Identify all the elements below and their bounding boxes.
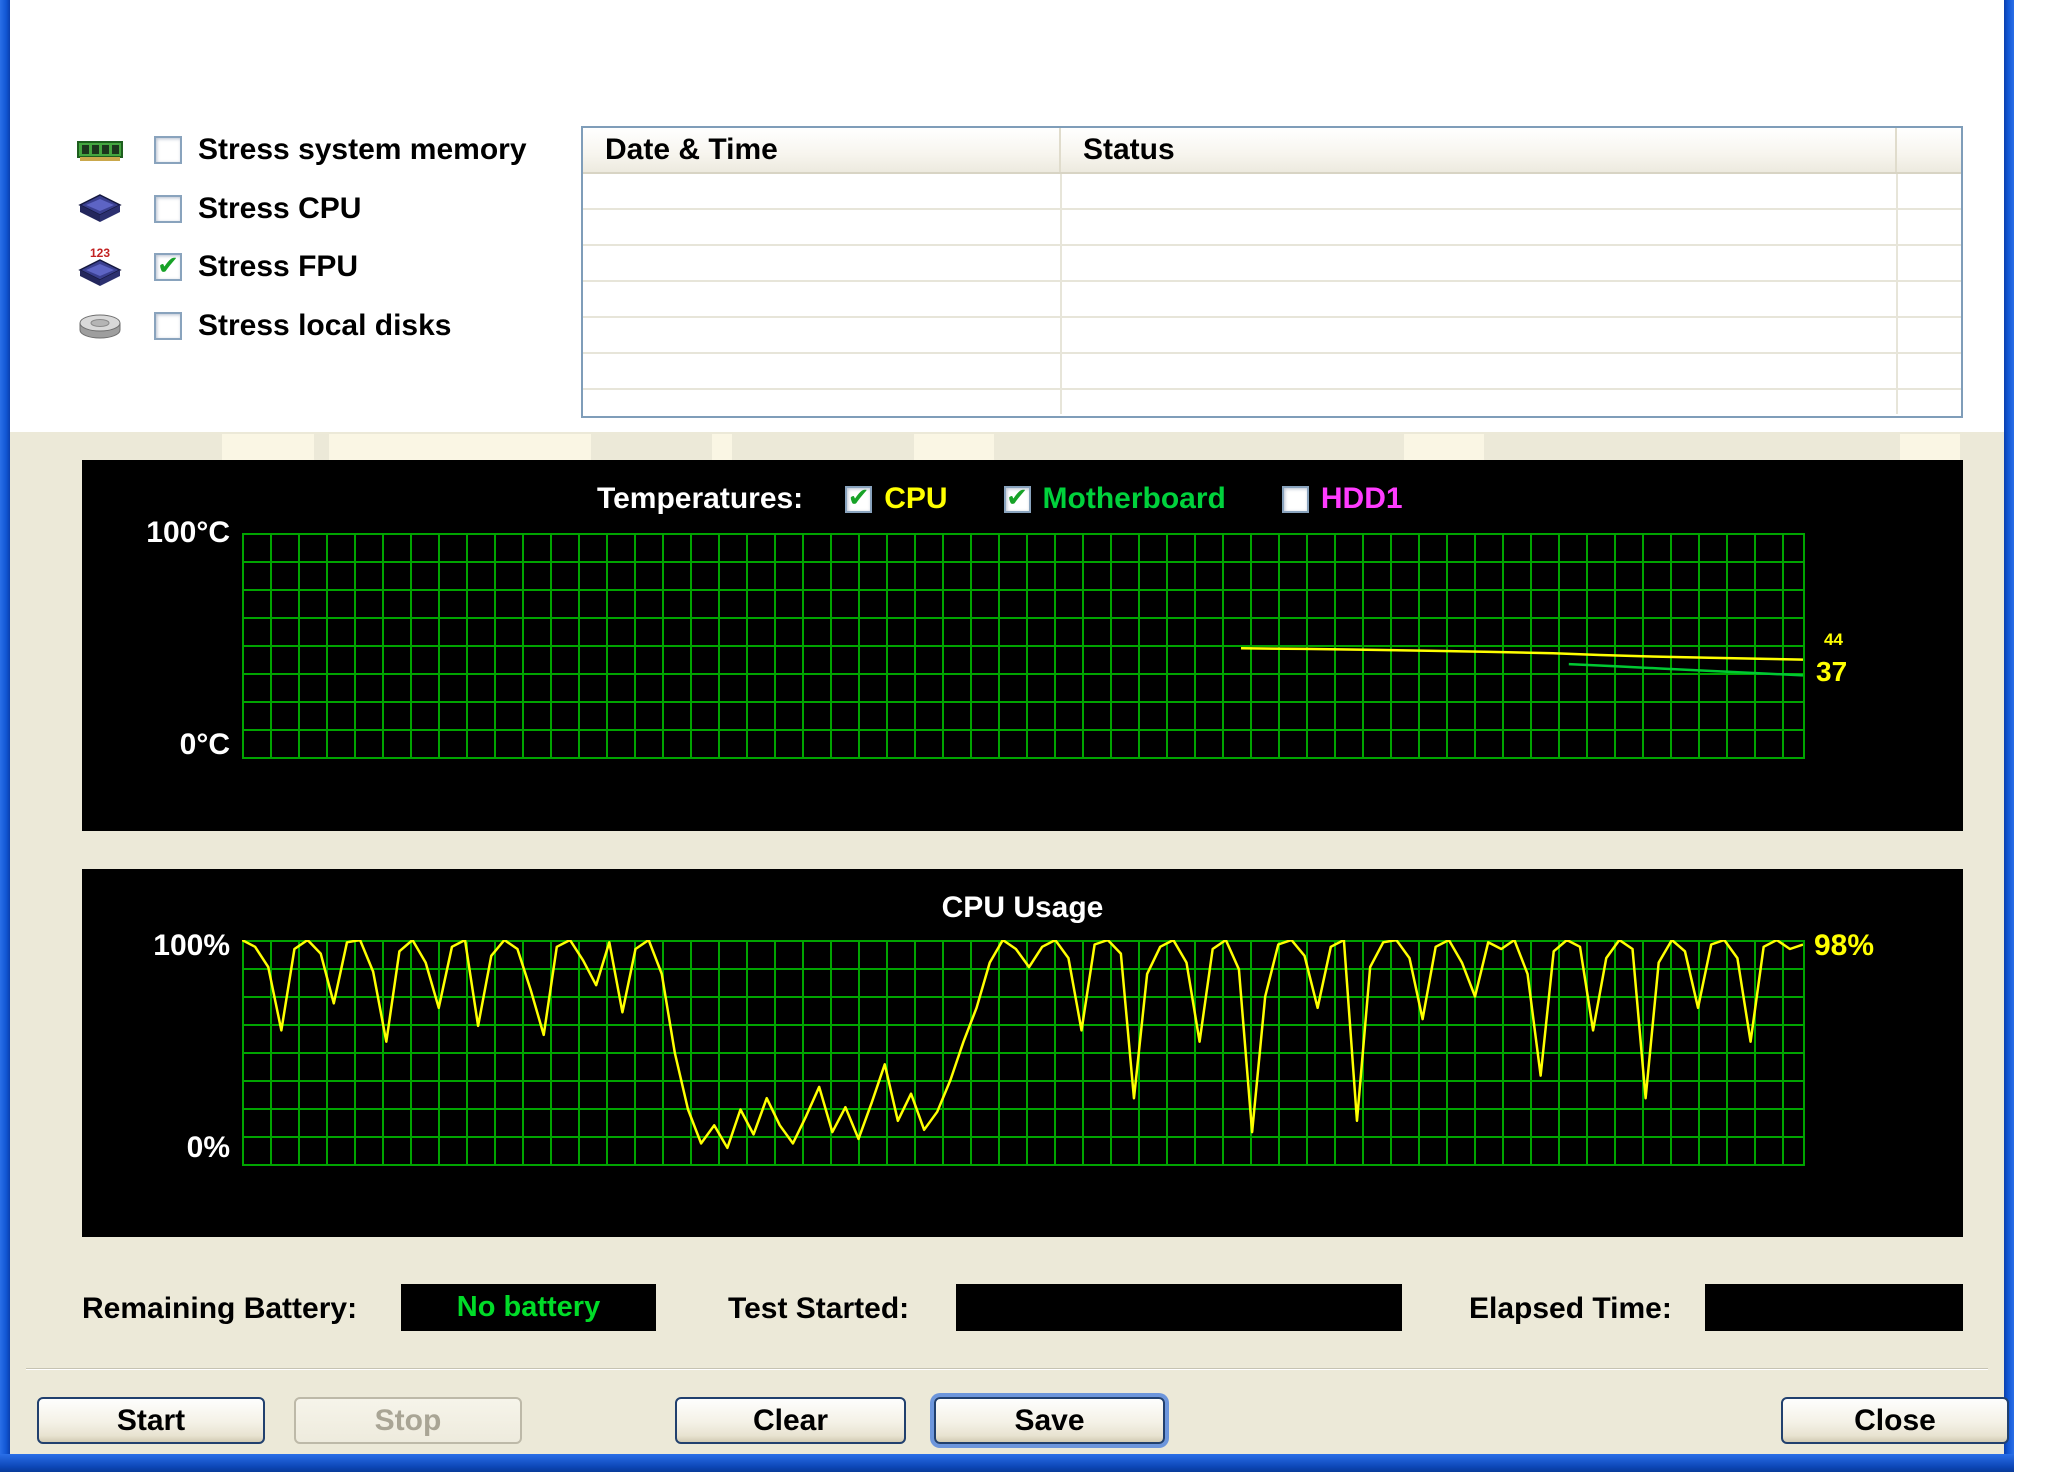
fpu-icon: 123: [76, 246, 124, 288]
cpu-usage-panel: CPU Usage 100% 0% 98%: [82, 869, 1963, 1237]
stress-disks-checkbox[interactable]: ✔: [154, 312, 182, 340]
stress-memory-checkbox[interactable]: ✔: [154, 136, 182, 164]
disk-icon: [76, 311, 124, 341]
column-header-stub: [1897, 128, 1961, 172]
start-button[interactable]: Start: [37, 1397, 265, 1444]
button-area-separator: [26, 1368, 1988, 1370]
temperatures-label: Temperatures:: [597, 482, 803, 516]
temperature-legend: Temperatures: ✔ CPU ✔ Motherboard ✔ HDD1: [597, 480, 1459, 518]
cpu-usage-chart: [242, 940, 1805, 1166]
cpu-axis-max-label: 100%: [118, 929, 230, 963]
legend-item-hdd1: ✔ HDD1: [1282, 482, 1403, 516]
window-border-left: [0, 0, 10, 1472]
elapsed-time-value: [1705, 1284, 1963, 1331]
temp-axis-min-label: 0°C: [118, 728, 230, 762]
log-table-header: Date & Time Status: [583, 128, 1961, 174]
cpu-icon: [76, 192, 124, 226]
cpu-temp-checkbox[interactable]: ✔: [845, 486, 872, 513]
cpu-usage-current-value: 98%: [1814, 929, 1874, 963]
cpu-usage-line: [242, 940, 1803, 1166]
test-started-label: Test Started:: [728, 1292, 909, 1326]
remaining-battery-label: Remaining Battery:: [82, 1292, 357, 1326]
elapsed-time-label: Elapsed Time:: [1469, 1292, 1672, 1326]
window-border-bottom: [0, 1454, 2014, 1472]
stability-test-window: ✔ Stress system memory ✔ Stress CPU 123 …: [0, 0, 2048, 1472]
temp-axis-max-label: 100°C: [118, 516, 230, 550]
stress-option-fpu: 123 ✔ Stress FPU: [76, 246, 358, 288]
memory-icon: [76, 134, 124, 166]
column-header-status[interactable]: Status: [1061, 128, 1897, 172]
temperature-panel: Temperatures: ✔ CPU ✔ Motherboard ✔ HDD1…: [82, 460, 1963, 831]
temperature-lines: [242, 533, 1803, 759]
check-icon: ✔: [848, 484, 870, 510]
stress-option-disks: ✔ Stress local disks: [76, 305, 451, 347]
check-icon: ✔: [157, 252, 179, 278]
clear-button[interactable]: Clear: [675, 1397, 906, 1444]
svg-text:123: 123: [90, 246, 110, 260]
cpu-usage-title: CPU Usage: [82, 891, 1963, 925]
motherboard-temp-checkbox[interactable]: ✔: [1004, 486, 1031, 513]
test-started-value: [956, 1284, 1402, 1331]
legend-item-cpu: ✔ CPU: [845, 482, 947, 516]
stress-fpu-label: Stress FPU: [198, 250, 358, 284]
motherboard-temp-current-value: 37: [1816, 656, 1847, 688]
cpu-legend-label: CPU: [884, 482, 947, 516]
table-gridline: [1896, 174, 1898, 414]
stress-option-cpu: ✔ Stress CPU: [76, 188, 361, 230]
stress-disks-label: Stress local disks: [198, 309, 451, 343]
stress-cpu-label: Stress CPU: [198, 192, 361, 226]
log-table: Date & Time Status: [581, 126, 1963, 418]
remaining-battery-value: No battery: [401, 1284, 656, 1331]
window-border-right: [2004, 0, 2014, 1472]
stress-cpu-checkbox[interactable]: ✔: [154, 195, 182, 223]
stop-button[interactable]: Stop: [294, 1397, 522, 1444]
log-table-body: [583, 174, 1961, 414]
cpu-axis-min-label: 0%: [118, 1131, 230, 1165]
column-header-date-time[interactable]: Date & Time: [583, 128, 1061, 172]
hdd1-temp-checkbox[interactable]: ✔: [1282, 486, 1309, 513]
legend-item-motherboard: ✔ Motherboard: [1004, 482, 1226, 516]
stress-option-memory: ✔ Stress system memory: [76, 129, 527, 171]
stress-memory-label: Stress system memory: [198, 133, 527, 167]
check-icon: ✔: [1006, 484, 1028, 510]
save-button[interactable]: Save: [934, 1397, 1165, 1444]
hdd1-legend-label: HDD1: [1321, 482, 1403, 516]
cpu-temp-current-value: 44: [1824, 630, 1843, 650]
motherboard-legend-label: Motherboard: [1043, 482, 1226, 516]
stress-fpu-checkbox[interactable]: ✔: [154, 253, 182, 281]
table-gridline: [1060, 174, 1062, 414]
temperature-chart: [242, 533, 1805, 759]
close-button[interactable]: Close: [1781, 1397, 2009, 1444]
